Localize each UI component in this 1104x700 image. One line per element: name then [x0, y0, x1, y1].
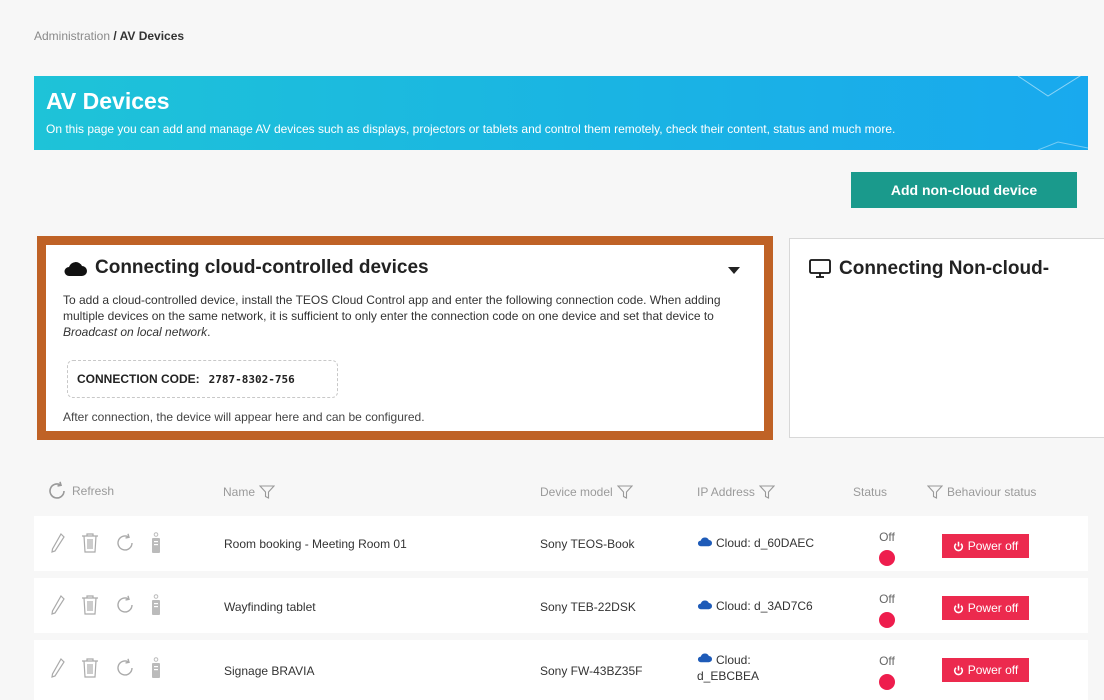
- refresh-icon[interactable]: [114, 532, 136, 554]
- device-ip: Cloud: d_60DAEC: [697, 536, 814, 550]
- column-header-behaviour[interactable]: Behaviour status: [927, 485, 1036, 499]
- status-dot: [879, 550, 895, 566]
- filter-icon[interactable]: [616, 485, 633, 499]
- noncloud-panel-header[interactable]: Connecting Non-cloud-: [808, 258, 1049, 280]
- noncloud-panel-title: Connecting Non-cloud-: [839, 258, 1050, 279]
- chevron-down-icon[interactable]: [728, 267, 740, 274]
- power-off-button[interactable]: Power off: [942, 596, 1029, 620]
- power-icon: [953, 665, 963, 675]
- device-name[interactable]: Wayfinding tablet: [224, 600, 316, 614]
- column-header-status: Status: [853, 485, 888, 499]
- table-row: Wayfinding tablet Sony TEB-22DSK Cloud: …: [34, 578, 1088, 633]
- row-actions: [50, 594, 162, 616]
- filter-icon[interactable]: [927, 485, 943, 499]
- device-ip: Cloud: d_EBCBEA: [697, 653, 760, 683]
- cloud-icon: [697, 537, 712, 547]
- breadcrumb-current: AV Devices: [119, 29, 185, 43]
- breadcrumb-separator: /: [110, 29, 120, 43]
- connection-code-label: CONNECTION CODE:: [77, 372, 200, 386]
- breadcrumb-parent[interactable]: Administration: [34, 29, 110, 43]
- breadcrumb: Administration / AV Devices: [34, 29, 184, 43]
- page-subtitle: On this page you can add and manage AV d…: [46, 122, 896, 136]
- device-ip: Cloud: d_3AD7C6: [697, 599, 813, 613]
- refresh-icon: [49, 481, 65, 499]
- monitor-icon: [809, 259, 831, 278]
- device-model: Sony TEOS-Book: [540, 537, 635, 551]
- refresh-label: Refresh: [72, 484, 115, 498]
- device-name[interactable]: Room booking - Meeting Room 01: [224, 537, 407, 551]
- refresh-icon[interactable]: [114, 594, 136, 616]
- refresh-button[interactable]: Refresh: [46, 480, 114, 502]
- add-noncloud-device-button[interactable]: Add non-cloud device: [851, 172, 1077, 208]
- trash-icon[interactable]: [80, 657, 100, 679]
- connection-code-box: CONNECTION CODE: 2787-8302-756: [67, 360, 338, 398]
- status-text: Off: [879, 654, 895, 668]
- page-banner: AV Devices On this page you can add and …: [34, 76, 1088, 150]
- cloud-panel-title: Connecting cloud-controlled devices: [95, 257, 429, 278]
- page-title: AV Devices: [46, 88, 170, 114]
- remote-control-icon[interactable]: [150, 657, 162, 679]
- cloud-icon: [697, 653, 712, 663]
- cloud-panel-after-text: After connection, the device will appear…: [63, 410, 425, 424]
- remote-control-icon[interactable]: [150, 594, 162, 616]
- cloud-panel-header[interactable]: Connecting cloud-controlled devices: [63, 257, 429, 279]
- device-model: Sony FW-43BZ35F: [540, 664, 643, 678]
- banner-decoration: [1017, 76, 1088, 150]
- refresh-icon[interactable]: [114, 657, 136, 679]
- cloud-icon: [64, 261, 87, 276]
- remote-control-icon[interactable]: [150, 532, 162, 554]
- cloud-devices-panel: Connecting cloud-controlled devices To a…: [37, 236, 773, 440]
- power-off-button[interactable]: Power off: [942, 658, 1029, 682]
- status-indicator: Off: [876, 654, 898, 690]
- filter-icon[interactable]: [259, 485, 276, 499]
- table-row: Room booking - Meeting Room 01 Sony TEOS…: [34, 516, 1088, 571]
- status-dot: [879, 612, 895, 628]
- column-header-name[interactable]: Name: [223, 485, 276, 499]
- power-icon: [953, 603, 963, 613]
- trash-icon[interactable]: [80, 532, 100, 554]
- device-model: Sony TEB-22DSK: [540, 600, 636, 614]
- status-indicator: Off: [876, 530, 898, 566]
- noncloud-devices-panel: Connecting Non-cloud-: [789, 238, 1104, 438]
- power-icon: [953, 541, 963, 551]
- cloud-panel-description: To add a cloud-controlled device, instal…: [63, 293, 721, 339]
- power-off-button[interactable]: Power off: [942, 534, 1029, 558]
- table-row: Signage BRAVIA Sony FW-43BZ35F Cloud: d_E…: [34, 640, 1088, 700]
- trash-icon[interactable]: [80, 594, 100, 616]
- status-text: Off: [879, 592, 895, 606]
- status-dot: [879, 674, 895, 690]
- edit-pencil-icon[interactable]: [50, 657, 66, 679]
- status-text: Off: [879, 530, 895, 544]
- column-header-ip[interactable]: IP Address: [697, 485, 775, 499]
- edit-pencil-icon[interactable]: [50, 594, 66, 616]
- column-header-model[interactable]: Device model: [540, 485, 633, 499]
- status-indicator: Off: [876, 592, 898, 628]
- cloud-icon: [697, 600, 712, 610]
- row-actions: [50, 532, 162, 554]
- connection-code-value: 2787-8302-756: [208, 372, 295, 386]
- device-name[interactable]: Signage BRAVIA: [224, 664, 315, 678]
- filter-icon[interactable]: [758, 485, 775, 499]
- edit-pencil-icon[interactable]: [50, 532, 66, 554]
- row-actions: [50, 657, 162, 679]
